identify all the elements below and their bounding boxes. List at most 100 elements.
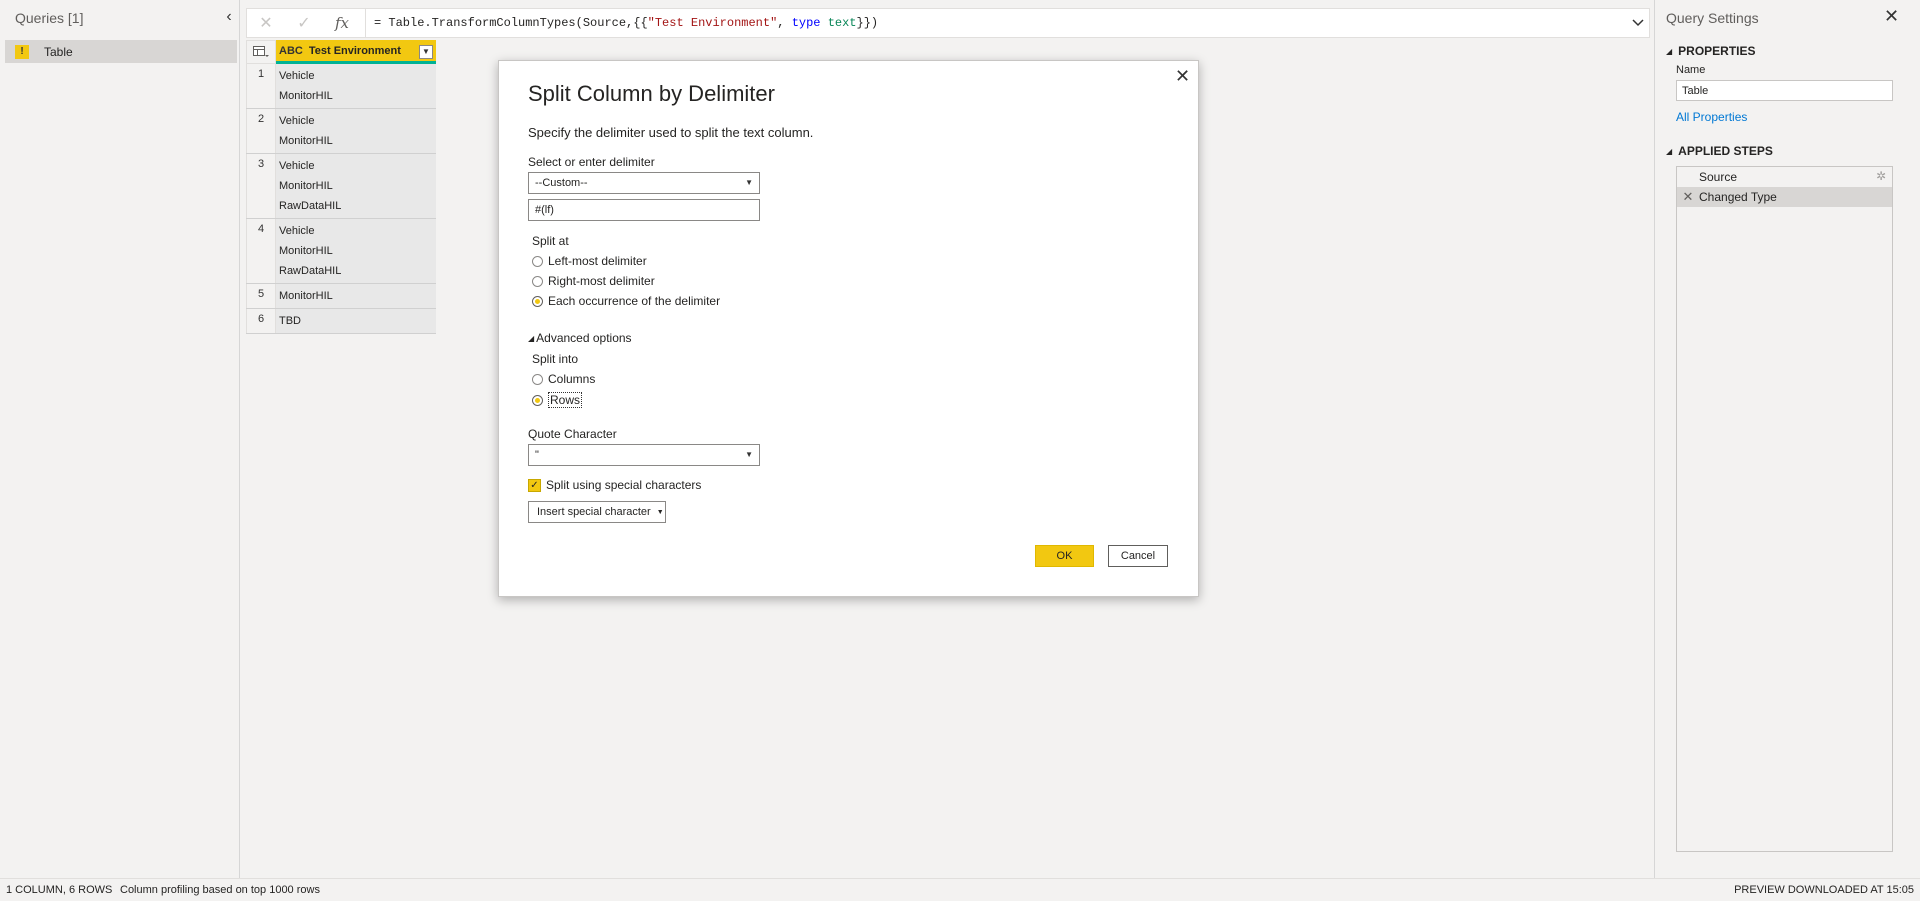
settings-title: Query Settings [1666,10,1759,26]
step-label: Changed Type [1699,190,1777,204]
filter-dropdown-icon[interactable]: ▼ [419,45,433,59]
advanced-options-toggle[interactable]: ◢ Advanced options [528,331,632,345]
table-cell[interactable]: Vehicle MonitorHIL [276,109,436,153]
table-row[interactable]: 3 Vehicle MonitorHIL RawDataHIL [246,154,436,219]
delimiter-select[interactable]: --Custom-- ▼ [528,172,760,194]
radio-label: Columns [548,372,596,386]
chevron-left-icon[interactable]: ‹ [222,9,236,25]
radio-button[interactable] [532,394,543,406]
split-into-label: Split into [532,352,579,366]
row-number[interactable]: 5 [246,284,276,308]
cell-value-line: MonitorHIL [279,90,333,102]
formula-suffix: }}) [856,16,879,30]
collapse-triangle-icon: ◢ [1666,47,1673,56]
dropdown-caret-icon: ▼ [656,508,664,516]
gear-icon[interactable]: ✲ [1876,169,1886,183]
radio-left-most[interactable]: Left-most delimiter [532,254,647,268]
properties-section[interactable]: ◢ PROPERTIES [1666,44,1756,58]
collapse-triangle-icon: ◢ [1666,147,1673,156]
table-cell[interactable]: MonitorHIL [276,284,436,308]
cell-value-line: TBD [279,315,301,327]
table-cell[interactable]: Vehicle MonitorHIL RawDataHIL [276,154,436,218]
ok-button[interactable]: OK [1035,545,1094,567]
cell-value-line: MonitorHIL [279,135,333,147]
formula-type: text [827,16,857,30]
formula-keyword: type [791,16,821,30]
table-cell[interactable]: TBD [276,309,436,333]
query-item-label: Table [44,44,73,59]
collapse-triangle-icon: ◢ [528,334,535,343]
query-settings-pane: Query Settings ✕ ◢ PROPERTIES Name All Pr… [1654,0,1920,878]
insert-special-character-button[interactable]: Insert special character ▼ [528,501,666,523]
dialog-description: Specify the delimiter used to split the … [528,125,814,140]
table-row[interactable]: 4 Vehicle MonitorHIL RawDataHIL [246,219,436,284]
table-row[interactable]: 1 Vehicle MonitorHIL [246,64,436,109]
close-icon[interactable]: ✕ [1175,66,1190,87]
radio-label: Rows [548,392,583,408]
cell-value-line: MonitorHIL [279,290,333,302]
formula-comma: , [777,16,792,30]
column-header-test-environment[interactable]: ABC Test Environment ▼ [276,40,436,64]
row-number[interactable]: 4 [246,219,276,283]
close-icon[interactable]: ✕ [247,9,285,37]
dropdown-caret-icon: ▼ [745,178,753,187]
radio-button[interactable] [532,275,543,287]
close-icon[interactable]: ✕ [1884,6,1899,27]
query-item-table[interactable]: ! Table [5,40,237,63]
quote-character-select[interactable]: " ▼ [528,444,760,466]
query-name-input[interactable] [1676,80,1893,101]
radio-button[interactable] [532,373,543,385]
radio-button[interactable] [532,295,543,307]
checkmark-icon[interactable]: ✓ [285,9,323,37]
formula-prefix: = Table.TransformColumnTypes(Source,{{ [374,16,648,30]
row-number[interactable]: 6 [246,309,276,333]
custom-delimiter-input[interactable] [528,199,760,221]
step-source[interactable]: Source ✲ [1677,167,1892,187]
chevron-down-icon[interactable] [1627,9,1649,37]
status-column-row-count: 1 COLUMN, 6 ROWS [6,884,113,896]
status-profiling[interactable]: Column profiling based on top 1000 rows [120,884,320,896]
applied-steps-section[interactable]: ◢ APPLIED STEPS [1666,144,1773,158]
formula-input[interactable]: = Table.TransformColumnTypes(Source,{{"T… [374,16,1627,30]
applied-steps-heading: APPLIED STEPS [1678,144,1773,158]
applied-steps-list: Source ✲ ✕ Changed Type [1676,166,1893,852]
grid-body: 1 Vehicle MonitorHIL 2 Vehicle MonitorHIL 3 Veh… [246,64,436,334]
radio-columns[interactable]: Columns [532,372,595,386]
radio-right-most[interactable]: Right-most delimiter [532,274,655,288]
table-row[interactable]: 2 Vehicle MonitorHIL [246,109,436,154]
formula-divider [365,9,366,37]
special-characters-checkbox-row[interactable]: ✓ Split using special characters [528,478,701,492]
special-characters-label: Split using special characters [546,478,702,492]
radio-rows[interactable]: Rows [532,392,583,408]
dropdown-caret-icon: ▼ [745,450,753,459]
radio-button[interactable] [532,255,543,267]
table-row[interactable]: 5 MonitorHIL [246,284,436,309]
table-cell[interactable]: Vehicle MonitorHIL [276,64,436,108]
table-cell[interactable]: Vehicle MonitorHIL RawDataHIL [276,219,436,283]
cell-value-line: Vehicle [279,225,315,237]
radio-label: Each occurrence of the delimiter [548,294,721,308]
radio-label: Right-most delimiter [548,274,655,288]
row-number[interactable]: 2 [246,109,276,153]
status-bar: 1 COLUMN, 6 ROWS Column profiling based … [0,878,1920,901]
table-icon[interactable] [246,40,276,64]
radio-label: Left-most delimiter [548,254,647,268]
checkbox-checked-icon[interactable]: ✓ [528,478,541,492]
cell-value-line: RawDataHIL [279,265,342,277]
all-properties-link[interactable]: All Properties [1676,110,1747,124]
split-column-dialog: ✕ Split Column by Delimiter Specify the … [498,60,1199,597]
delete-step-icon[interactable]: ✕ [1677,189,1699,205]
name-label: Name [1676,64,1706,76]
fx-icon[interactable]: fx [323,9,361,37]
cancel-button[interactable]: Cancel [1108,545,1168,567]
quote-character-label: Quote Character [528,427,617,441]
step-changed-type[interactable]: ✕ Changed Type [1677,187,1892,207]
row-number[interactable]: 1 [246,64,276,108]
formula-string: "Test Environment" [647,16,778,30]
text-type-icon[interactable]: ABC [279,45,303,57]
status-preview-time: PREVIEW DOWNLOADED AT 15:05 [1734,884,1914,896]
table-row[interactable]: 6 TBD [246,309,436,334]
row-number[interactable]: 3 [246,154,276,218]
radio-each-occurrence[interactable]: Each occurrence of the delimiter [532,294,720,308]
cell-value-line: Vehicle [279,160,315,172]
